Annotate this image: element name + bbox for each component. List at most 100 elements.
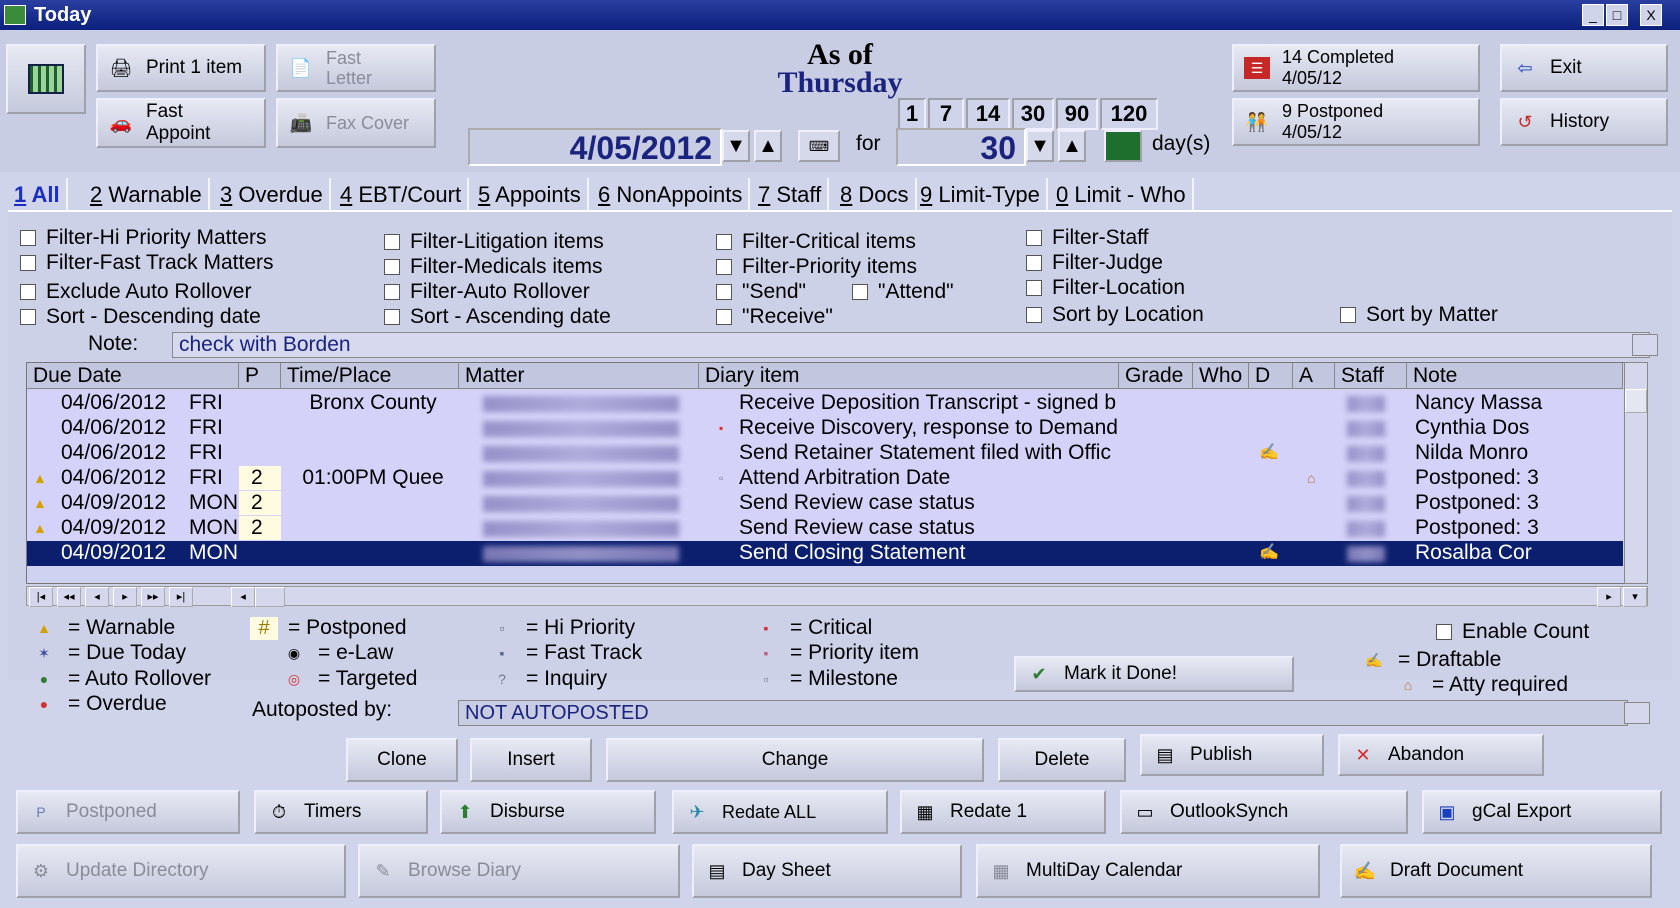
- filter-attend[interactable]: "Attend": [852, 280, 954, 304]
- filter-location[interactable]: Filter-Location: [1026, 276, 1185, 300]
- completed-button[interactable]: ☰ 14 Completed 4/05/12: [1232, 44, 1480, 92]
- prev-page-button[interactable]: ◂◂: [57, 587, 81, 607]
- days-field[interactable]: 30: [896, 128, 1026, 166]
- column-header-matter[interactable]: Matter: [459, 363, 699, 389]
- redate-all-button[interactable]: ✈ Redate ALL: [672, 790, 888, 834]
- timers-button[interactable]: ⏱ Timers: [254, 790, 428, 834]
- sort-by-location[interactable]: Sort by Location: [1026, 303, 1204, 327]
- note-expand-button[interactable]: [1632, 334, 1658, 356]
- postponed-summary-button[interactable]: 🧑‍🤝‍🧑 9 Postponed 4/05/12: [1232, 98, 1480, 146]
- fax-cover-button[interactable]: 📠 Fax Cover: [276, 98, 436, 148]
- days-down-button[interactable]: ▼: [1026, 130, 1054, 162]
- grid-vertical-scrollbar[interactable]: [1624, 362, 1648, 584]
- days-up-button[interactable]: ▲: [1058, 130, 1086, 162]
- gcal-export-button[interactable]: ▣ gCal Export: [1422, 790, 1662, 834]
- change-button[interactable]: Change: [606, 738, 984, 782]
- column-header-grade[interactable]: Grade: [1119, 363, 1193, 389]
- next-page-button[interactable]: ▸▸: [141, 587, 165, 607]
- close-button[interactable]: X: [1640, 4, 1662, 26]
- minimize-button[interactable]: _: [1582, 4, 1604, 26]
- tab-limit-who[interactable]: 0 Limit - Who: [1050, 178, 1194, 212]
- quick-days-1-button[interactable]: 1: [898, 98, 926, 130]
- filter-staff[interactable]: Filter-Staff: [1026, 226, 1148, 250]
- print-button[interactable]: 🖨 Print 1 item: [96, 44, 266, 92]
- column-header-due-date[interactable]: Due Date: [27, 363, 239, 389]
- filter-priority[interactable]: Filter-Priority items: [716, 255, 917, 279]
- filter-receive[interactable]: "Receive": [716, 305, 833, 329]
- exit-button[interactable]: ⇦ Exit: [1500, 44, 1668, 92]
- table-row[interactable]: 04/06/2012 FRI Bronx County Receive Deposit…: [27, 391, 1623, 416]
- publish-button[interactable]: ▤ Publish: [1140, 734, 1324, 776]
- quick-days-30-button[interactable]: 30: [1012, 98, 1054, 130]
- sort-by-matter[interactable]: Sort by Matter: [1340, 303, 1498, 327]
- scroll-thumb[interactable]: [255, 587, 285, 607]
- filter-fast-track[interactable]: Filter-Fast Track Matters: [20, 251, 274, 275]
- column-header-who[interactable]: Who: [1193, 363, 1249, 389]
- browse-diary-button[interactable]: ✎ Browse Diary: [358, 844, 680, 898]
- day-sheet-button[interactable]: ▤ Day Sheet: [692, 844, 962, 898]
- column-header-time-place[interactable]: Time/Place: [281, 363, 459, 389]
- filter-medicals[interactable]: Filter-Medicals items: [384, 255, 603, 279]
- history-button[interactable]: ↺ History: [1500, 98, 1668, 146]
- filter-auto-rollover[interactable]: Filter-Auto Rollover: [384, 280, 590, 304]
- autoposted-expand-button[interactable]: [1624, 702, 1650, 724]
- table-row[interactable]: ▲ 04/09/2012 MON 2 Send Review case status Po…: [27, 516, 1623, 541]
- grid-horizontal-scrollbar[interactable]: |◂ ◂◂ ◂ ▸ ▸▸ ▸| ◂ ▸ ▾: [26, 586, 1648, 607]
- delete-button[interactable]: Delete: [998, 738, 1126, 782]
- date-picker-button[interactable]: ⌨: [798, 130, 840, 162]
- column-header-a[interactable]: A: [1293, 363, 1335, 389]
- tab-docs[interactable]: 8 Docs: [834, 178, 917, 212]
- postponed-button[interactable]: P Postponed: [16, 790, 240, 834]
- tab-nonappoints[interactable]: 6 NonAppoints: [592, 178, 751, 212]
- update-directory-button[interactable]: ⚙ Update Directory: [16, 844, 346, 898]
- tab-all[interactable]: 1 All: [8, 178, 68, 212]
- scroll-left-button[interactable]: ◂: [231, 587, 255, 607]
- tab-warnable[interactable]: 2 Warnable: [84, 178, 210, 212]
- column-header-diary-item[interactable]: Diary item: [699, 363, 1119, 389]
- tab-overdue[interactable]: 3 Overdue: [214, 178, 331, 212]
- maximize-button[interactable]: □: [1606, 4, 1628, 26]
- as-of-date-field[interactable]: 4/05/2012: [468, 128, 722, 166]
- column-header-staff[interactable]: Staff: [1335, 363, 1407, 389]
- outlook-synch-button[interactable]: ▭ OutlookSynch: [1120, 790, 1408, 834]
- filter-litigation[interactable]: Filter-Litigation items: [384, 230, 604, 254]
- disburse-button[interactable]: ⬆ Disburse: [440, 790, 656, 834]
- table-row[interactable]: 04/06/2012 FRI Send Retainer Statement fil…: [27, 441, 1623, 466]
- autoposted-field[interactable]: NOT AUTOPOSTED: [458, 700, 1628, 726]
- abandon-button[interactable]: ✕ Abandon: [1338, 734, 1544, 776]
- filter-hi-priority[interactable]: Filter-Hi Priority Matters: [20, 226, 267, 250]
- calendar-button[interactable]: [6, 44, 86, 114]
- date-up-button[interactable]: ▲: [754, 130, 782, 162]
- fast-appoint-button[interactable]: 🚗 Fast Appoint: [96, 98, 266, 148]
- scroll-down-button[interactable]: ▾: [1623, 587, 1647, 607]
- grid-scroll-thumb[interactable]: [1625, 389, 1647, 413]
- draft-document-button[interactable]: ✍ Draft Document: [1340, 844, 1652, 898]
- note-field[interactable]: check with Borden: [172, 332, 1650, 358]
- days-calendar-button[interactable]: [1104, 130, 1142, 162]
- tab-staff[interactable]: 7 Staff: [752, 178, 830, 212]
- sort-ascending-date[interactable]: Sort - Ascending date: [384, 305, 611, 329]
- table-row[interactable]: ▲ 04/06/2012 FRI 2 01:00PM Quee ▫ Attend Arbit…: [27, 466, 1623, 491]
- redate-1-button[interactable]: ▦ Redate 1: [900, 790, 1106, 834]
- quick-days-14-button[interactable]: 14: [966, 98, 1010, 130]
- column-header-note[interactable]: Note: [1407, 363, 1623, 389]
- sort-descending-date[interactable]: Sort - Descending date: [20, 305, 261, 329]
- fast-letter-button[interactable]: 📄 Fast Letter: [276, 44, 436, 92]
- table-row[interactable]: 04/06/2012 FRI ▪ Receive Discovery, respons…: [27, 416, 1623, 441]
- tab-ebt-court[interactable]: 4 EBT/Court: [334, 178, 470, 212]
- scroll-right-button[interactable]: ▸: [1597, 587, 1621, 607]
- table-row[interactable]: 04/09/2012 MON Send Closing Statement ✍ Rosa…: [27, 541, 1623, 566]
- filter-judge[interactable]: Filter-Judge: [1026, 251, 1163, 275]
- tab-appoints[interactable]: 5 Appoints: [472, 178, 589, 212]
- column-header-p[interactable]: P: [239, 363, 281, 389]
- last-record-button[interactable]: ▸|: [169, 587, 193, 607]
- insert-button[interactable]: Insert: [470, 738, 592, 782]
- filter-send[interactable]: "Send": [716, 280, 806, 304]
- quick-days-7-button[interactable]: 7: [928, 98, 964, 130]
- tab-limit-type[interactable]: 9 Limit-Type: [914, 178, 1048, 212]
- first-record-button[interactable]: |◂: [29, 587, 53, 607]
- prev-record-button[interactable]: ◂: [85, 587, 109, 607]
- column-header-d[interactable]: D: [1249, 363, 1293, 389]
- mark-done-button[interactable]: ✔ Mark it Done!: [1014, 656, 1294, 692]
- enable-count-checkbox[interactable]: Enable Count: [1436, 620, 1589, 644]
